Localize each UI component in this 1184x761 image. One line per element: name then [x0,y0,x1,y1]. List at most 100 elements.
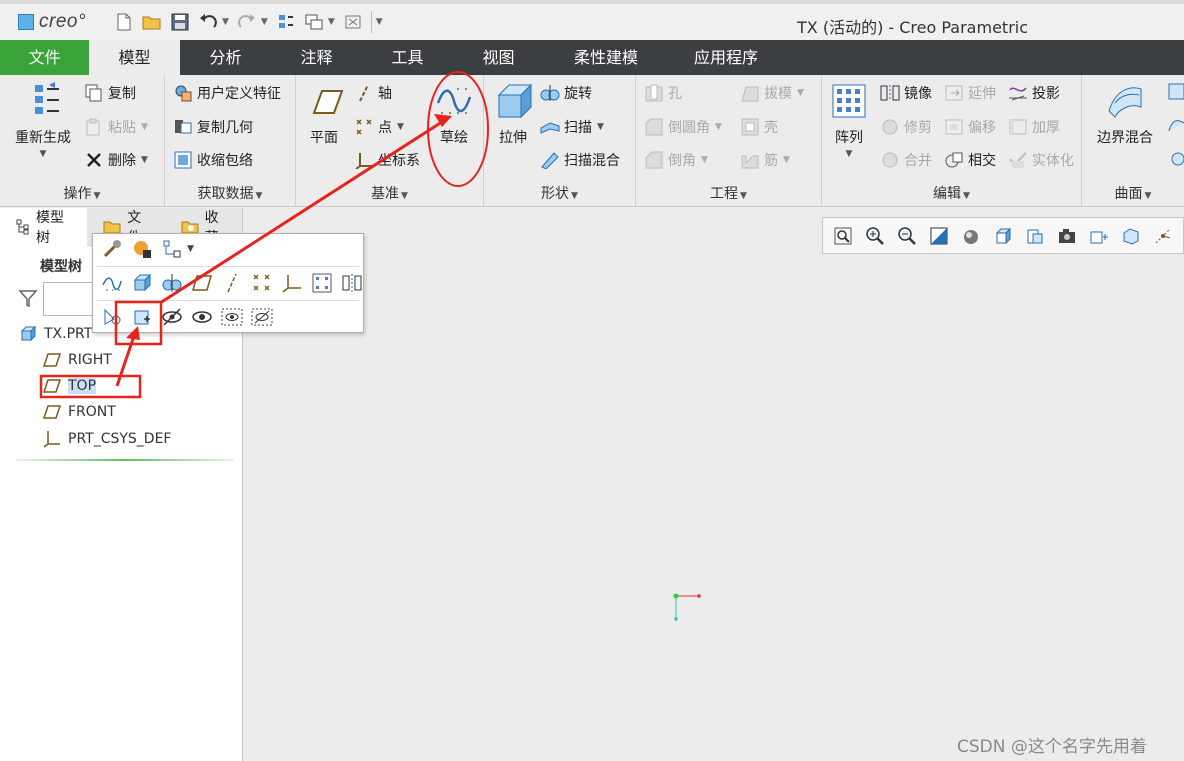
revolve-icon[interactable] [157,270,187,296]
group-engineering-label[interactable]: 工程 ▼ [636,183,821,203]
group-operations-label[interactable]: 操作 ▼ [0,183,164,203]
freestyle-icon[interactable] [1168,150,1184,168]
group-shapes-label[interactable]: 形状 ▼ [484,183,635,203]
redo-icon[interactable] [235,10,259,34]
regenerate-dropdown-icon[interactable]: ▼ [10,149,76,159]
datum-display-icon[interactable] [1083,221,1115,251]
copy-geometry-button[interactable]: 复制几何 [173,117,253,137]
group-datum-label[interactable]: 基准 ▼ [296,183,483,203]
tree-item-right[interactable]: RIGHT [42,352,112,368]
refit-icon[interactable] [827,221,859,251]
round-dropdown-icon[interactable]: ▼ [715,122,722,132]
show-icon[interactable] [187,304,217,330]
tab-file[interactable]: 文件 [0,40,89,75]
tree-item-top[interactable]: TOP [42,378,97,394]
sweep-dropdown-icon[interactable]: ▼ [597,122,604,132]
datum-axis-icon[interactable] [217,270,247,296]
thicken-button[interactable]: 加厚 [1008,117,1060,137]
group-surfaces-label[interactable]: 曲面 ▼ [1082,183,1184,203]
hide-selected-icon[interactable] [247,304,277,330]
datum-point-icon[interactable] [247,270,277,296]
open-folder-icon[interactable] [140,10,164,34]
style-surface-icon[interactable] [1168,117,1184,135]
undo-icon[interactable] [196,10,220,34]
tab-model[interactable]: 模型 [89,40,180,75]
rib-dropdown-icon[interactable]: ▼ [783,155,790,165]
chamfer-button[interactable]: 倒角 ▼ [644,150,708,170]
hide-icon[interactable] [157,304,187,330]
extrude-button[interactable]: 拉伸 [488,81,538,147]
sketch-button[interactable]: 草绘 [432,81,476,147]
saved-orientations-icon[interactable] [987,221,1019,251]
extend-button[interactable]: 延伸 [944,83,996,103]
merge-button[interactable]: 合并 [880,150,932,170]
regenerate-button[interactable]: 重新生成 ▼ [10,81,76,159]
tab-flexible-modeling[interactable]: 柔性建模 [544,40,668,75]
new-file-icon[interactable] [112,10,136,34]
pattern-icon[interactable] [307,270,337,296]
color-icon[interactable] [127,236,157,262]
group-editing-label[interactable]: 编辑 ▼ [822,183,1081,203]
tab-view[interactable]: 视图 [453,40,544,75]
tab-analysis[interactable]: 分析 [180,40,271,75]
paste-button[interactable]: 粘贴 ▼ [84,117,148,137]
rib-button[interactable]: 筋 ▼ [740,150,790,170]
offset-button[interactable]: 偏移 [944,117,996,137]
annotation-display-icon[interactable] [1115,221,1147,251]
chamfer-dropdown-icon[interactable]: ▼ [701,155,708,165]
mini-toolbar-dropdown-icon[interactable]: ▼ [187,244,194,254]
tree-item-part[interactable]: TX.PRT [18,326,92,342]
save-icon[interactable] [168,10,192,34]
copy-button[interactable]: 复制 [84,83,136,103]
filter-icon[interactable] [18,288,38,308]
sweep-button[interactable]: 扫描 ▼ [540,117,604,137]
undo-dropdown-icon[interactable]: ▼ [222,17,229,27]
csys-button[interactable]: 坐标系 [354,150,420,170]
axis-button[interactable]: 轴 [354,83,392,103]
fill-surface-icon[interactable] [1168,83,1184,101]
close-window-icon[interactable] [341,10,365,34]
solidify-button[interactable]: 实体化 [1008,150,1074,170]
shrinkwrap-button[interactable]: 收缩包络 [173,150,253,170]
draft-dropdown-icon[interactable]: ▼ [797,88,804,98]
intersect-button[interactable]: 相交 [944,150,996,170]
hide-others-icon[interactable] [217,304,247,330]
datum-plane-icon[interactable] [187,270,217,296]
mirror-icon[interactable] [337,270,367,296]
appearance-icon[interactable] [97,236,127,262]
graphics-window[interactable] [244,208,1184,761]
view-manager-icon[interactable] [1019,221,1051,251]
tree-item-csys[interactable]: PRT_CSYS_DEF [42,430,171,448]
tree-item-front[interactable]: FRONT [42,404,116,420]
hole-button[interactable]: 孔 [644,83,682,103]
revolve-button[interactable]: 旋转 [540,83,592,103]
trim-button[interactable]: 修剪 [880,117,932,137]
paste-dropdown-icon[interactable]: ▼ [141,122,148,132]
display-style-icon[interactable] [955,221,987,251]
windows-dropdown-icon[interactable]: ▼ [328,17,335,27]
sketch-icon[interactable] [97,270,127,296]
swept-blend-button[interactable]: 扫描混合 [540,150,620,170]
point-dropdown-icon[interactable]: ▼ [397,122,404,132]
tab-model-tree[interactable]: 模型树 [0,207,88,246]
redo-dropdown-icon[interactable]: ▼ [261,17,268,27]
zoom-out-icon[interactable] [891,221,923,251]
selection-filter-icon[interactable] [157,236,187,262]
mirror-button[interactable]: 镜像 [880,83,932,103]
tab-applications[interactable]: 应用程序 [668,40,784,75]
shell-button[interactable]: 壳 [740,117,778,137]
orient-view-icon[interactable] [97,304,127,330]
csys-icon[interactable] [277,270,307,296]
group-get-data-label[interactable]: 获取数据 ▼ [165,183,295,203]
sketch-view-icon[interactable] [127,304,157,330]
extrude-icon[interactable] [127,270,157,296]
pattern-dropdown-icon[interactable]: ▼ [826,149,872,159]
boundary-blend-button[interactable]: 边界混合 [1090,81,1160,147]
udf-button[interactable]: 用户定义特征 [173,83,281,103]
delete-button[interactable]: 删除 ▼ [84,150,148,170]
regenerate-quick-icon[interactable] [274,10,298,34]
spin-center-icon[interactable] [1147,221,1179,251]
tab-tools[interactable]: 工具 [362,40,453,75]
windows-icon[interactable] [302,10,326,34]
pattern-button[interactable]: 阵列 ▼ [826,81,872,159]
